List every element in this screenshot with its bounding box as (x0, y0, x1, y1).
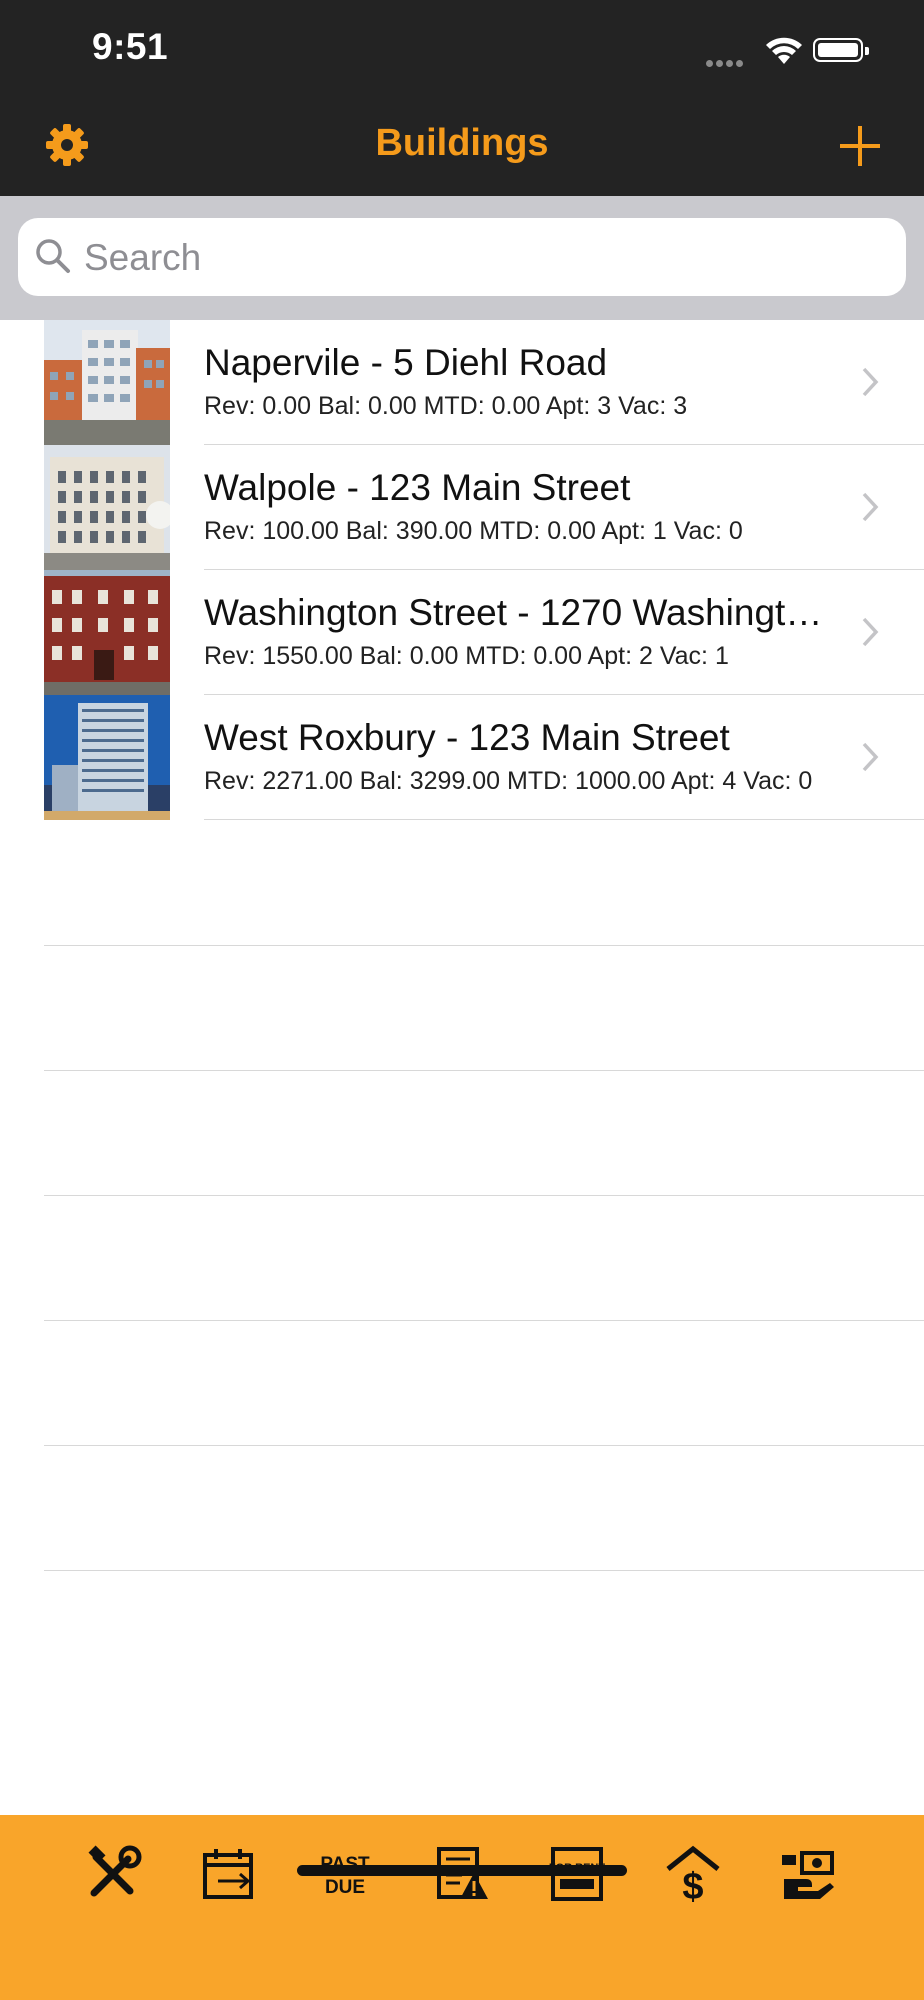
chevron-right-icon (862, 492, 879, 522)
chevron-right-icon (862, 742, 879, 772)
cellular-signal-icon (706, 54, 746, 72)
empty-row-divider (44, 945, 924, 946)
building-row[interactable]: Napervile - 5 Diehl Road Rev: 0.00 Bal: … (0, 320, 924, 445)
building-photo (44, 445, 170, 570)
status-indicators (706, 34, 876, 68)
building-stats: Rev: 2271.00 Bal: 3299.00 MTD: 1000.00 A… (204, 767, 813, 795)
plus-icon[interactable] (838, 124, 882, 168)
empty-row-divider (44, 1570, 924, 1571)
building-stats: Rev: 100.00 Bal: 390.00 MTD: 0.00 Apt: 1… (204, 517, 743, 545)
building-photo (44, 570, 170, 695)
building-row[interactable]: Walpole - 123 Main Street Rev: 100.00 Ba… (0, 445, 924, 570)
calendar-move-icon[interactable] (198, 1843, 260, 1905)
hand-money-icon[interactable] (778, 1843, 840, 1905)
chevron-right-icon (862, 617, 879, 647)
buildings-list: Napervile - 5 Diehl Road Rev: 0.00 Bal: … (0, 320, 924, 1571)
status-time: 9:51 (92, 26, 169, 67)
building-name: Washington Street - 1270 Washington Stre… (204, 592, 840, 633)
tools-icon[interactable] (82, 1843, 144, 1905)
building-name: West Roxbury - 123 Main Street (204, 717, 730, 758)
past-due-label-2: DUE (325, 1877, 365, 1898)
home-indicator (297, 1865, 627, 1876)
empty-row-divider (44, 1070, 924, 1071)
building-stats: Rev: 1550.00 Bal: 0.00 MTD: 0.00 Apt: 2 … (204, 642, 729, 670)
building-photo (44, 695, 170, 820)
building-photo (44, 320, 170, 445)
search-field[interactable] (18, 218, 906, 296)
row-divider (204, 819, 924, 820)
chevron-right-icon (862, 367, 879, 397)
empty-row-divider (44, 1195, 924, 1196)
house-dollar-icon[interactable]: $ (662, 1843, 724, 1905)
building-name: Napervile - 5 Diehl Road (204, 342, 608, 383)
building-stats: Rev: 0.00 Bal: 0.00 MTD: 0.00 Apt: 3 Vac… (204, 392, 688, 420)
search-bar (0, 196, 924, 320)
building-row[interactable]: Washington Street - 1270 Washington Stre… (0, 570, 924, 695)
wifi-icon (766, 37, 802, 64)
empty-row-divider (44, 1445, 924, 1446)
building-name: Walpole - 123 Main Street (204, 467, 631, 508)
svg-text:$: $ (682, 1866, 703, 1905)
top-bar: 9:51 Buildings (0, 0, 924, 196)
page-title: Buildings (375, 122, 549, 164)
search-icon (36, 239, 70, 273)
bottom-toolbar: PAST DUE FOR RENT $ (0, 1815, 924, 2000)
empty-row-divider (44, 1320, 924, 1321)
building-row[interactable]: West Roxbury - 123 Main Street Rev: 2271… (0, 695, 924, 820)
battery-icon (813, 38, 869, 62)
search-input[interactable] (82, 232, 866, 284)
